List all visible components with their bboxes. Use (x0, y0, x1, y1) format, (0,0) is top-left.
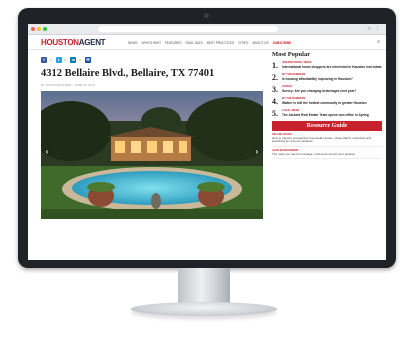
item-number: 1. (272, 61, 278, 70)
browser-extension-icons[interactable]: ☆ ⋮ (367, 26, 381, 32)
email-icon[interactable]: ✉ (85, 57, 92, 63)
nav-item-best-practices[interactable]: BEST PRACTICES (207, 41, 234, 45)
item-number: 3. (272, 85, 278, 94)
nav-item-news[interactable]: NEWS (128, 41, 138, 45)
close-window-button[interactable] (31, 27, 35, 31)
most-popular-title: Most Popular (272, 51, 311, 58)
linkedin-share-count: 0 (79, 58, 82, 62)
maximize-window-button[interactable] (43, 27, 47, 31)
nav-item-real-data[interactable]: REAL DATA (186, 41, 203, 45)
monitor-stand-base (131, 302, 277, 316)
resource-item[interactable]: Lead Management The tools you need to ma… (272, 147, 382, 160)
browser-toolbar: ☆ ⋮ (28, 24, 386, 35)
resource-text[interactable]: The tools you need to manage, track and … (272, 152, 382, 157)
nav-item-features[interactable]: FEATURES (165, 41, 182, 45)
most-popular-item[interactable]: 2. By the Numbers Is housing affordabilit… (272, 73, 382, 82)
monitor-frame: ☆ ⋮ HOUSTONAGENT NEWS WHO'S WHO FEATURES… (18, 8, 396, 268)
window-controls (31, 27, 47, 31)
item-number: 2. (272, 73, 278, 82)
most-popular-item[interactable]: 1. International News International home … (272, 61, 382, 70)
monitor-stand-neck (178, 268, 230, 304)
sidebar: Most Popular 1. International News Intern… (272, 51, 382, 160)
resource-item[interactable]: Seller Leads How to capture prospective … (272, 131, 382, 148)
item-headline[interactable]: Is housing affordability improving in Ho… (282, 77, 382, 81)
address-bar[interactable] (98, 26, 278, 32)
main-nav: NEWS WHO'S WHO FEATURES REAL DATA BEST P… (128, 41, 291, 45)
most-popular-item[interactable]: 4. By the Numbers Walker is still the hot… (272, 97, 382, 106)
nav-item-about-us[interactable]: ABOUT US (252, 41, 268, 45)
social-share-bar: f 0 t 0 in 0 ✉ (41, 57, 92, 63)
logo-text-agent: AGENT (78, 38, 106, 47)
item-headline[interactable]: Survey: Are you changing brokerages next… (282, 89, 382, 93)
most-popular-item[interactable]: 3. Survey Survey: Are you changing broker… (272, 85, 382, 94)
nav-item-cities[interactable]: CITIES (238, 41, 248, 45)
nav-item-subscribe[interactable]: SUBSCRIBE (273, 41, 292, 45)
hero-photo[interactable]: ‹ › (41, 91, 263, 219)
resource-text[interactable]: How to capture prospective homeseller le… (272, 136, 382, 145)
item-headline[interactable]: The Jackets Real Estate Team opens new o… (282, 113, 382, 117)
twitter-share-count: 0 (64, 58, 67, 62)
search-icon[interactable]: ⌕ (377, 39, 380, 45)
facebook-share-count: 0 (50, 58, 52, 62)
logo-text-houston: HOUSTON (41, 38, 79, 47)
article-byline: BY HOUSTON AGENT · JUNE 21, 2019 (41, 83, 95, 87)
monitor-screen: ☆ ⋮ HOUSTONAGENT NEWS WHO'S WHO FEATURES… (28, 24, 386, 260)
item-number: 5. (272, 109, 278, 118)
twitter-icon[interactable]: t (55, 57, 62, 63)
most-popular-item[interactable]: 5. Local News The Jackets Real Estate Tea… (272, 109, 382, 118)
resource-guide-title[interactable]: Resource Guide (272, 121, 382, 131)
pool-house-photo (41, 91, 263, 219)
facebook-icon[interactable]: f (41, 57, 47, 63)
item-headline[interactable]: International home shoppers are interest… (282, 65, 382, 69)
site-logo[interactable]: HOUSTONAGENT (41, 38, 106, 47)
nav-item-whos-who[interactable]: WHO'S WHO (142, 41, 161, 45)
page-title: 4312 Bellaire Blvd., Bellaire, TX 77401 (41, 68, 215, 79)
item-number: 4. (272, 97, 278, 106)
carousel-next-button[interactable]: › (253, 147, 261, 157)
item-headline[interactable]: Walker is still the hottest community in… (282, 101, 382, 105)
carousel-prev-button[interactable]: ‹ (43, 147, 51, 157)
minimize-window-button[interactable] (37, 27, 41, 31)
site-header: HOUSTONAGENT NEWS WHO'S WHO FEATURES REA… (28, 35, 386, 50)
webcam (204, 13, 209, 18)
linkedin-icon[interactable]: in (70, 57, 77, 63)
